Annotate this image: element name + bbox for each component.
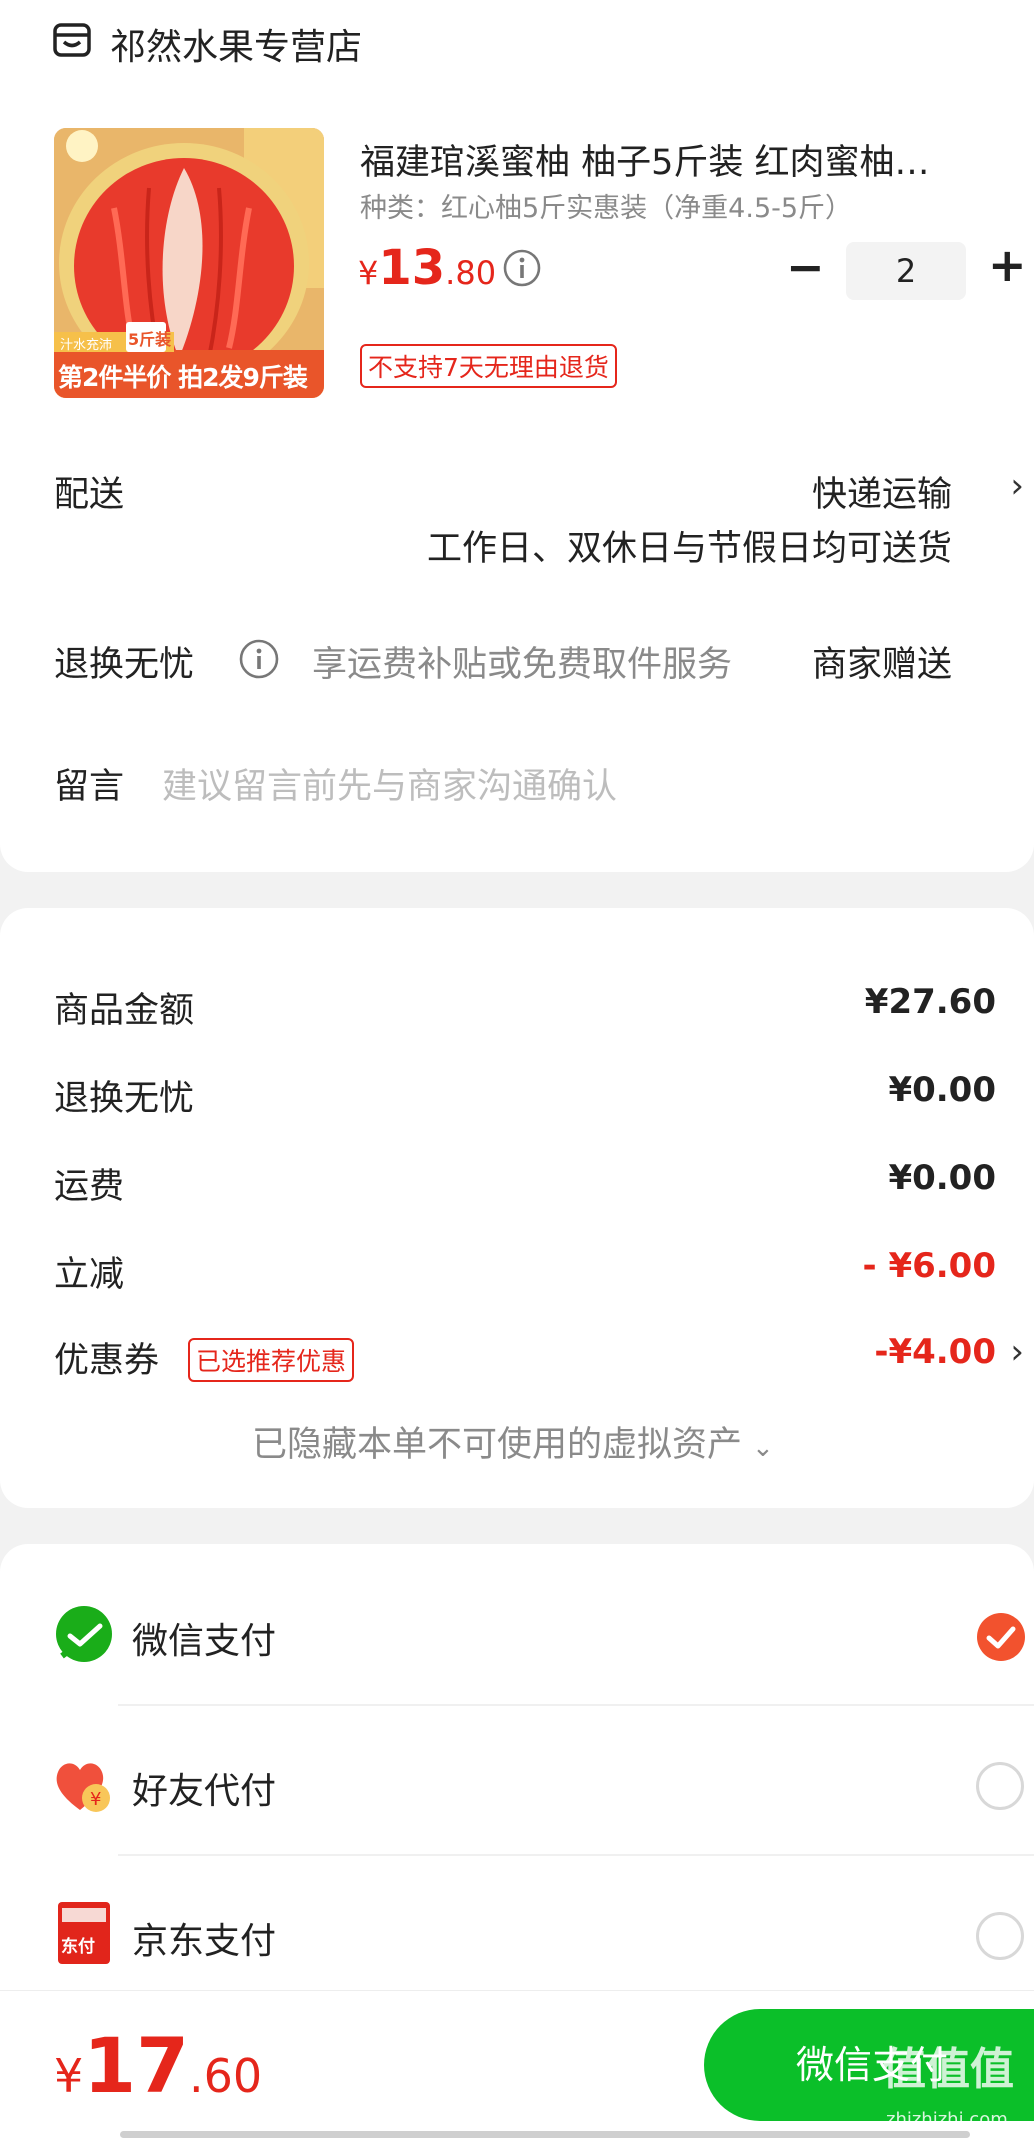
divider <box>118 1704 1034 1706</box>
delivery-label: 配送 <box>54 475 125 515</box>
friend-pay-label: 好友代付 <box>132 1771 277 1812</box>
hidden-assets-text: 已隐藏本单不可使用的虚拟资产 <box>252 1425 743 1465</box>
quantity-plus-button[interactable]: + <box>988 238 1027 292</box>
goods-amount-value: ¥27.60 <box>864 982 996 1022</box>
jd-pay-radio[interactable] <box>976 1912 1024 1960</box>
friend-pay-radio[interactable] <box>976 1762 1024 1810</box>
order-card: 祁然水果专营店 汁水充沛 5斤装 第2件半价 拍2发9斤装 福建琯溪蜜柚 柚子5… <box>0 0 1034 872</box>
product-image[interactable]: 汁水充沛 5斤装 第2件半价 拍2发9斤装 <box>54 128 324 398</box>
total-integer: 17 <box>83 2021 190 2110</box>
shipping-value: ¥0.00 <box>888 1158 996 1198</box>
return-info-icon[interactable] <box>238 638 280 680</box>
coupon-value[interactable]: -¥4.00 <box>874 1332 996 1372</box>
jd-pay-label: 京东支付 <box>132 1921 277 1962</box>
shop-icon <box>52 20 92 60</box>
quantity-input[interactable]: 2 <box>846 242 966 300</box>
return-fee-value: ¥0.00 <box>888 1070 996 1110</box>
return-fee-label: 退换无忧 <box>54 1079 195 1119</box>
shipping-label: 运费 <box>54 1167 125 1207</box>
unit-price: ¥13.80 <box>358 240 496 296</box>
svg-text:¥: ¥ <box>90 1789 101 1810</box>
quantity-minus-button[interactable]: − <box>786 240 825 294</box>
watermark-url: zhizhizhi.com <box>886 2109 1008 2130</box>
message-input[interactable]: 建议留言前先与商家沟通确认 <box>162 758 617 809</box>
payment-option-friend[interactable]: ¥ 好友代付 <box>0 1734 1034 1874</box>
home-indicator <box>120 2131 970 2138</box>
price-integer: 13 <box>378 240 446 296</box>
jd-pay-icon: 东付 <box>58 1902 110 1964</box>
message-label: 留言 <box>54 767 125 807</box>
wechat-pay-icon <box>54 1606 114 1666</box>
hidden-assets-note[interactable]: 已隐藏本单不可使用的虚拟资产 ⌄ <box>252 1416 774 1467</box>
total-currency: ¥ <box>54 2049 84 2103</box>
instant-discount-label: 立减 <box>54 1255 125 1295</box>
product-title[interactable]: 福建琯溪蜜柚 柚子5斤装 红肉蜜柚… <box>360 134 1000 185</box>
return-service-label: 退换无忧 <box>54 645 195 685</box>
total-price: ¥17.60 <box>54 2021 262 2110</box>
quantity-value: 2 <box>895 252 917 290</box>
jd-icon-text: 东付 <box>61 1937 95 1957</box>
return-policy-tag: 不支持7天无理由退货 <box>360 344 617 388</box>
delivery-note: 工作日、双休日与节假日均可送货 <box>426 529 952 569</box>
chevron-down-icon: ⌄ <box>752 1433 774 1463</box>
divider <box>118 1854 1034 1856</box>
coupon-label: 优惠券 <box>54 1341 160 1381</box>
return-service-desc: 享运费补贴或免费取件服务 <box>312 645 733 685</box>
total-decimal: .60 <box>189 2049 263 2103</box>
watermark-logo: 值值值 <box>882 2044 1014 2095</box>
jd-icon-band <box>62 1908 106 1922</box>
return-service-value: 商家赠送 <box>811 645 952 685</box>
coupon-chevron-icon[interactable]: › <box>1010 1332 1024 1372</box>
price-info-icon[interactable] <box>502 248 542 288</box>
image-badge-top: 汁水充沛 <box>60 338 113 353</box>
goods-amount-label: 商品金额 <box>54 991 195 1031</box>
image-badge-weight: 5斤装 <box>128 330 172 349</box>
instant-discount-value: - ¥6.00 <box>862 1246 997 1286</box>
price-currency: ¥ <box>358 254 379 292</box>
delivery-chevron-icon[interactable]: › <box>1010 466 1024 506</box>
price-decimal: .80 <box>445 254 497 292</box>
store-name[interactable]: 祁然水果专营店 <box>110 18 362 70</box>
delivery-method[interactable]: 快递运输 <box>812 466 952 517</box>
payment-option-wechat[interactable]: 微信支付 <box>0 1584 1034 1724</box>
price-summary-card: 商品金额 ¥27.60 退换无忧 ¥0.00 运费 ¥0.00 立减 - ¥6.… <box>0 908 1034 1508</box>
coupon-tag: 已选推荐优惠 <box>188 1338 355 1382</box>
image-banner: 第2件半价 拍2发9斤装 <box>58 363 308 392</box>
wechat-pay-selected-icon[interactable] <box>976 1612 1026 1662</box>
wechat-pay-label: 微信支付 <box>132 1621 277 1662</box>
product-spec[interactable]: 种类：红心柚5斤实惠装（净重4.5-5斤） <box>360 186 852 225</box>
checkout-bar: ¥17.60 微信支付 值值值 zhizhizhi.com <box>0 1990 1034 2139</box>
friend-pay-icon: ¥ <box>52 1756 114 1818</box>
